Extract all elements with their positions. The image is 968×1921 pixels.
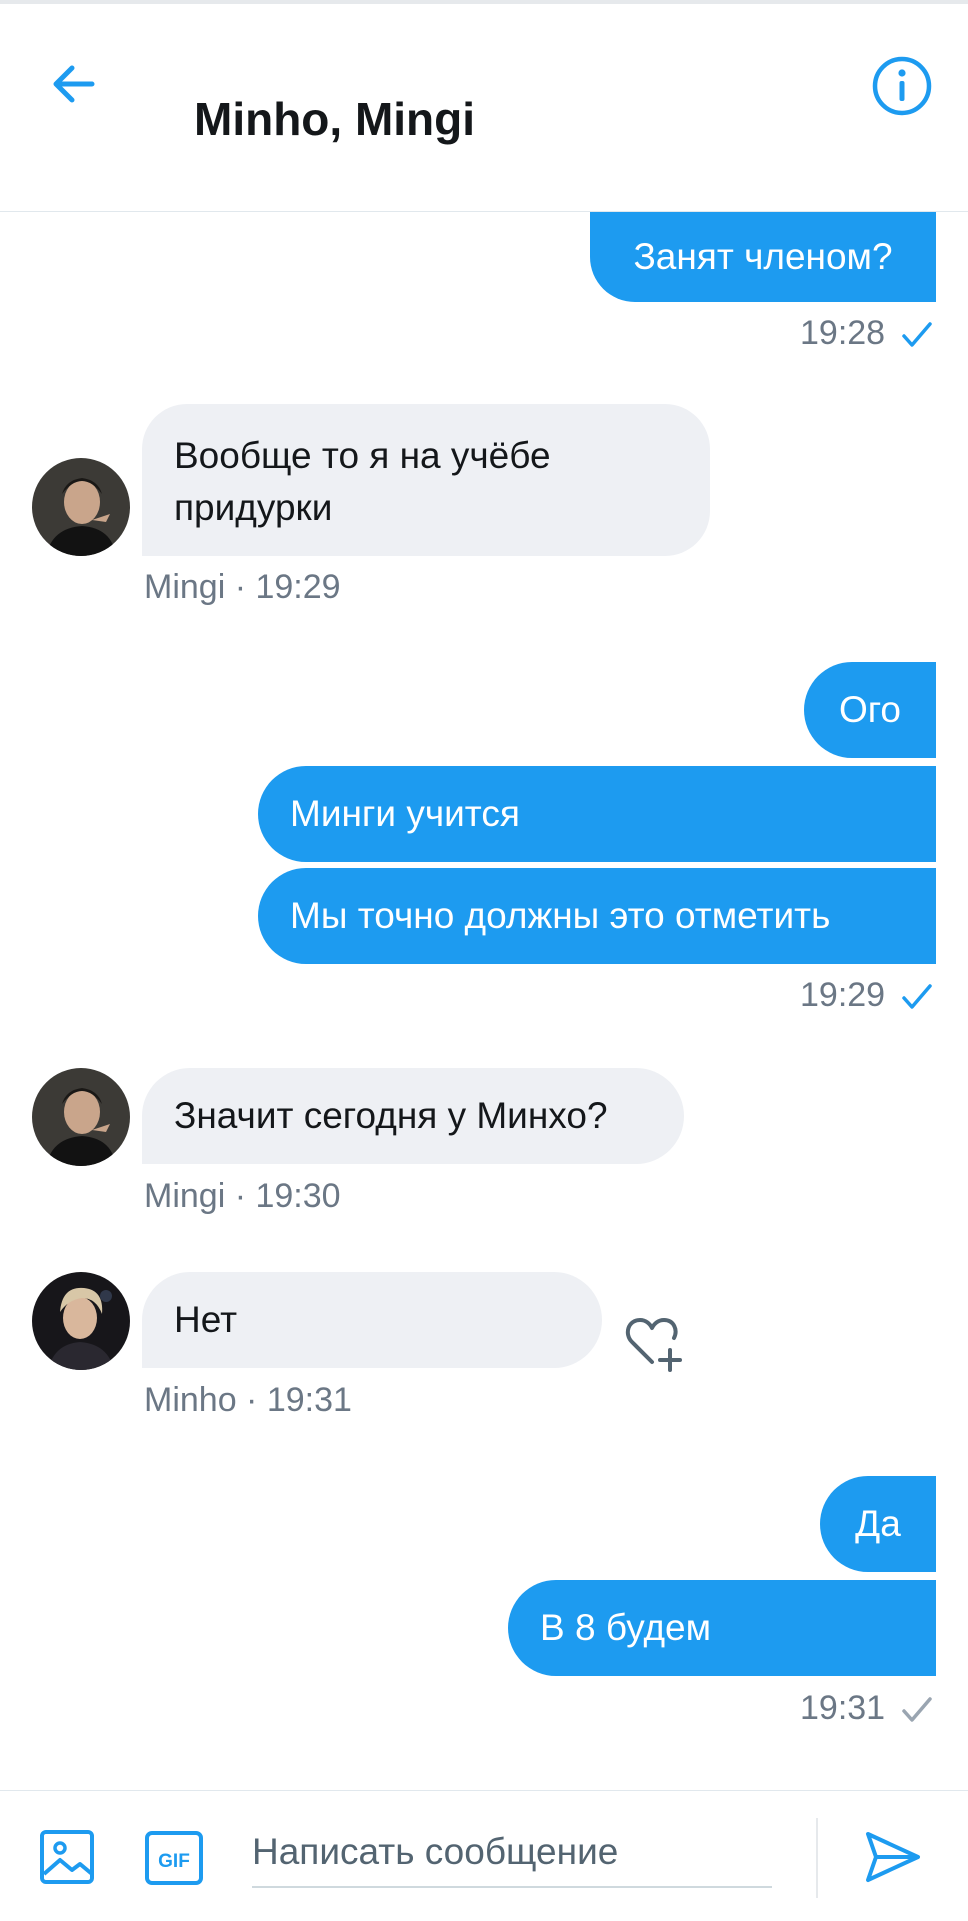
message-bubble-incoming[interactable]: Значит сегодня у Минхо? bbox=[142, 1068, 684, 1164]
avatar-mingi[interactable] bbox=[32, 1068, 130, 1166]
message-bubble-outgoing[interactable]: Мы точно должны это отметить bbox=[258, 868, 936, 964]
conversation-header: Minho, Mingi bbox=[0, 0, 968, 212]
message-timestamp: 19:29 bbox=[800, 976, 886, 1014]
message-timestamp: 19:28 bbox=[800, 314, 886, 352]
message-sender-time: Mingi · 19:29 bbox=[144, 568, 341, 606]
message-input[interactable] bbox=[252, 1818, 772, 1888]
message-bubble-outgoing[interactable]: В 8 будем bbox=[508, 1580, 936, 1676]
message-text: Вообще то я на учёбе придурки bbox=[174, 435, 551, 528]
read-check-icon bbox=[902, 984, 932, 1009]
info-icon[interactable] bbox=[870, 54, 934, 118]
message-bubble-outgoing[interactable]: Занят членом? bbox=[590, 212, 936, 302]
conversation-title: Minho, Mingi bbox=[194, 93, 476, 145]
message-sender-time: Mingi · 19:30 bbox=[144, 1177, 341, 1215]
svg-text:GIF: GIF bbox=[158, 1851, 190, 1872]
message-text: Значит сегодня у Минхо? bbox=[174, 1095, 608, 1136]
avatar-mingi[interactable] bbox=[32, 458, 130, 556]
message-text: Минги учится bbox=[290, 793, 520, 834]
message-sender-time: Minho · 19:31 bbox=[144, 1381, 352, 1419]
message-text: Занят членом? bbox=[633, 236, 893, 277]
add-reaction-heart-icon[interactable] bbox=[622, 1308, 690, 1376]
message-bubble-incoming[interactable]: Вообще то я на учёбе придурки bbox=[142, 404, 710, 556]
message-text: В 8 будем bbox=[540, 1607, 712, 1648]
message-timestamp: 19:31 bbox=[800, 1689, 886, 1727]
sent-check-icon bbox=[902, 1697, 932, 1722]
message-bubble-outgoing[interactable]: Да bbox=[820, 1476, 936, 1572]
message-bubble-outgoing[interactable]: Ого bbox=[804, 662, 936, 758]
message-bubble-incoming[interactable]: Нет bbox=[142, 1272, 602, 1368]
image-icon[interactable] bbox=[38, 1828, 96, 1886]
message-text: Да bbox=[855, 1503, 901, 1544]
gif-button[interactable]: GIF bbox=[144, 1830, 204, 1886]
gif-icon: GIF bbox=[145, 1831, 203, 1885]
composer-divider bbox=[816, 1818, 818, 1898]
send-icon[interactable] bbox=[862, 1826, 924, 1888]
message-bubble-outgoing[interactable]: Минги учится bbox=[258, 766, 936, 862]
back-arrow-icon[interactable] bbox=[44, 54, 104, 114]
read-check-icon bbox=[902, 322, 932, 347]
avatar-minho[interactable] bbox=[32, 1272, 130, 1370]
message-text: Нет bbox=[174, 1299, 238, 1340]
message-text: Ого bbox=[838, 689, 902, 730]
message-text: Мы точно должны это отметить bbox=[290, 895, 831, 936]
